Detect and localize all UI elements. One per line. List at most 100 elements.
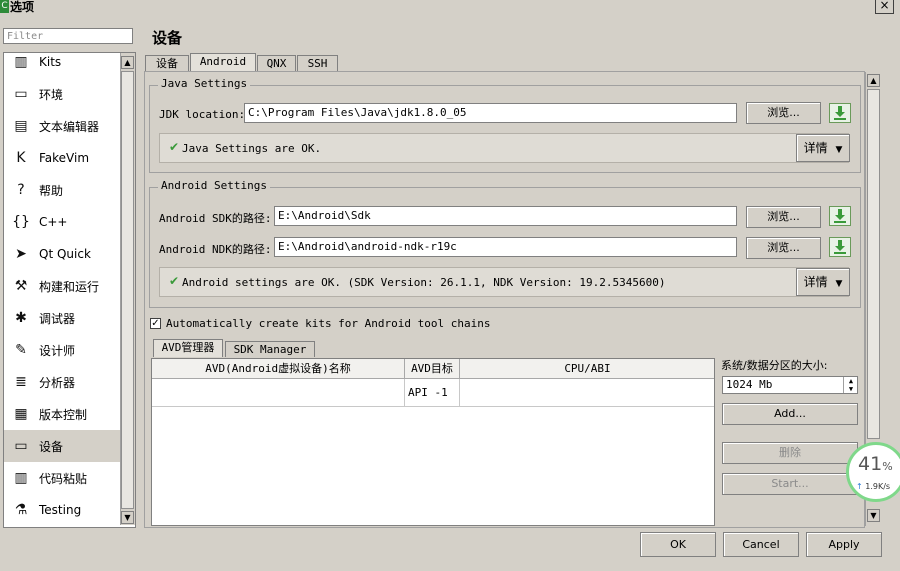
tab-avd-manager[interactable]: AVD管理器: [153, 339, 223, 357]
jdk-browse-button[interactable]: 浏览...: [746, 102, 821, 124]
cancel-button[interactable]: Cancel: [723, 532, 799, 557]
help-icon: ?: [17, 182, 25, 198]
spin-arrows-icon[interactable]: ▲ ▼: [843, 377, 858, 393]
sidebar-item-fakevim[interactable]: K FakeVim: [4, 142, 120, 174]
sidebar-item-item-10[interactable]: ≣ 分析器: [4, 366, 120, 398]
ndk-path-label: Android NDK的路径:: [159, 243, 272, 256]
sidebar-scrollbar[interactable]: ▲ ▼: [120, 53, 135, 525]
sidebar-item-item-7[interactable]: ⚒ 构建和运行: [4, 270, 120, 302]
network-speed-meter[interactable]: 41% ↑ 1.9K/s: [846, 442, 900, 502]
android-details-button[interactable]: 详情 ▼: [796, 268, 850, 296]
sidebar-item-qt-quick[interactable]: ➤ Qt Quick: [4, 238, 120, 270]
avd-target-column-header[interactable]: AVD目标: [405, 359, 460, 379]
sidebar-item-label: Qt Quick: [39, 247, 91, 261]
check-icon: ✔: [169, 274, 180, 288]
sdk-path-input[interactable]: E:\Android\Sdk: [274, 206, 737, 226]
android-status-box: ✔ Android settings are OK. (SDK Version:…: [159, 267, 850, 297]
ndk-path-input[interactable]: E:\Android\android-ndk-r19c: [274, 237, 737, 257]
braces-icon: {}: [12, 214, 30, 230]
sidebar-item-testing[interactable]: ⚗ Testing: [4, 494, 120, 526]
tab-ssh[interactable]: SSH: [297, 55, 338, 71]
download-icon: [834, 240, 846, 254]
android-status-text: Android settings are OK. (SDK Version: 2…: [182, 276, 666, 289]
partition-size-spinbox[interactable]: 1024 Mb: [722, 376, 858, 394]
window-titlebar: [0, 0, 900, 14]
partition-size-label: 系统/数据分区的大小:: [721, 359, 828, 372]
sdk-browse-button[interactable]: 浏览...: [746, 206, 821, 228]
sidebar-item-label: 版本控制: [39, 407, 88, 422]
auto-create-kits-checkbox[interactable]: ✓: [150, 318, 161, 329]
close-button[interactable]: ×: [875, 0, 894, 14]
sidebar-item-label: FakeVim: [39, 151, 90, 165]
apply-button[interactable]: Apply: [806, 532, 882, 557]
scroll-up-button[interactable]: ▲: [121, 56, 134, 69]
scroll-thumb[interactable]: [867, 89, 880, 439]
tab-sdk-manager[interactable]: SDK Manager: [225, 341, 315, 357]
download-icon: [834, 106, 846, 120]
sidebar-item-c[interactable]: {} C++: [4, 206, 120, 238]
filter-input[interactable]: Filter: [3, 28, 133, 44]
jdk-download-button[interactable]: [829, 103, 851, 123]
jdk-location-input[interactable]: C:\Program Files\Java\jdk1.8.0_05: [244, 103, 737, 123]
meter-percent: 41: [858, 453, 883, 475]
delete-avd-button[interactable]: 删除: [722, 442, 858, 464]
sidebar-item-item-2[interactable]: ▤ 文本编辑器: [4, 110, 120, 142]
sidebar-item-item-13[interactable]: ▥ 代码粘贴: [4, 462, 120, 494]
monitor-icon: ▭: [14, 86, 28, 102]
sidebar-item-item-12[interactable]: ▭ 设备: [4, 430, 120, 462]
window-title: 选项: [10, 0, 35, 14]
upload-arrow-icon: ↑: [856, 482, 863, 491]
text-editor-icon: ▤: [14, 118, 28, 134]
sidebar-item-item-4[interactable]: ? 帮助: [4, 174, 120, 206]
check-icon: ✔: [169, 140, 180, 154]
android-settings-title: Android Settings: [158, 179, 270, 192]
ndk-browse-button[interactable]: 浏览...: [746, 237, 821, 259]
java-details-button[interactable]: 详情 ▼: [796, 134, 850, 162]
scroll-up-button[interactable]: ▲: [867, 74, 880, 87]
scroll-down-button[interactable]: ▼: [867, 509, 880, 522]
android-settings-panel: Java Settings JDK location: C:\Program F…: [144, 71, 865, 528]
sidebar-item-label: 环境: [39, 87, 64, 102]
ndk-download-button[interactable]: [829, 237, 851, 257]
chevron-down-icon: ▼: [835, 279, 843, 289]
sidebar-item-label: 构建和运行: [39, 279, 100, 294]
scroll-down-button[interactable]: ▼: [121, 511, 134, 524]
avd-name-column-header[interactable]: AVD(Android虚拟设备)名称: [152, 359, 405, 379]
download-icon: [834, 209, 846, 223]
sidebar-item-item-1[interactable]: ▭ 环境: [4, 78, 120, 110]
sidebar-item-label: Testing: [39, 503, 82, 517]
sdk-download-button[interactable]: [829, 206, 851, 226]
sidebar-item-item-8[interactable]: ✱ 调试器: [4, 302, 120, 334]
tab-qnx[interactable]: QNX: [257, 55, 296, 71]
add-avd-button[interactable]: Add...: [722, 403, 858, 425]
sidebar-item-label: 分析器: [39, 375, 76, 390]
ok-button[interactable]: OK: [640, 532, 716, 557]
device-icon: ▭: [14, 438, 28, 454]
page-title: 设备: [152, 29, 183, 47]
scroll-thumb[interactable]: [121, 71, 134, 509]
table-row-cell[interactable]: [152, 379, 405, 407]
table-row-cell[interactable]: [460, 379, 714, 407]
tab-device[interactable]: 设备: [145, 55, 189, 71]
sidebar-item-label: C++: [39, 215, 68, 229]
chevron-down-icon: ▼: [835, 145, 843, 155]
analyzer-icon: ≣: [15, 374, 27, 390]
tab-android[interactable]: Android: [190, 53, 256, 71]
cpu-abi-column-header[interactable]: CPU/ABI: [460, 359, 714, 379]
sidebar-item-label: 调试器: [39, 311, 76, 326]
start-avd-button[interactable]: Start...: [722, 473, 858, 495]
fakevim-icon: K: [16, 150, 26, 166]
qtquick-icon: ➤: [15, 246, 27, 262]
meter-speed: 1.9K/s: [865, 482, 891, 491]
meter-percent-sign: %: [882, 460, 893, 473]
sidebar-item-item-9[interactable]: ✎ 设计师: [4, 334, 120, 366]
table-row-cell[interactable]: API -1: [405, 379, 460, 407]
flask-icon: ⚗: [14, 502, 28, 518]
sidebar-item-item-11[interactable]: ▦ 版本控制: [4, 398, 120, 430]
version-control-icon: ▦: [14, 406, 28, 422]
avd-table: AVD(Android虚拟设备)名称 AVD目标 CPU/ABI API -1: [151, 358, 715, 526]
sidebar-item-label: 代码粘贴: [39, 471, 88, 486]
kits-icon: ▥: [14, 54, 28, 70]
sidebar-item-kits[interactable]: ▥ Kits: [4, 53, 120, 78]
pencil-icon: ✎: [15, 342, 27, 358]
